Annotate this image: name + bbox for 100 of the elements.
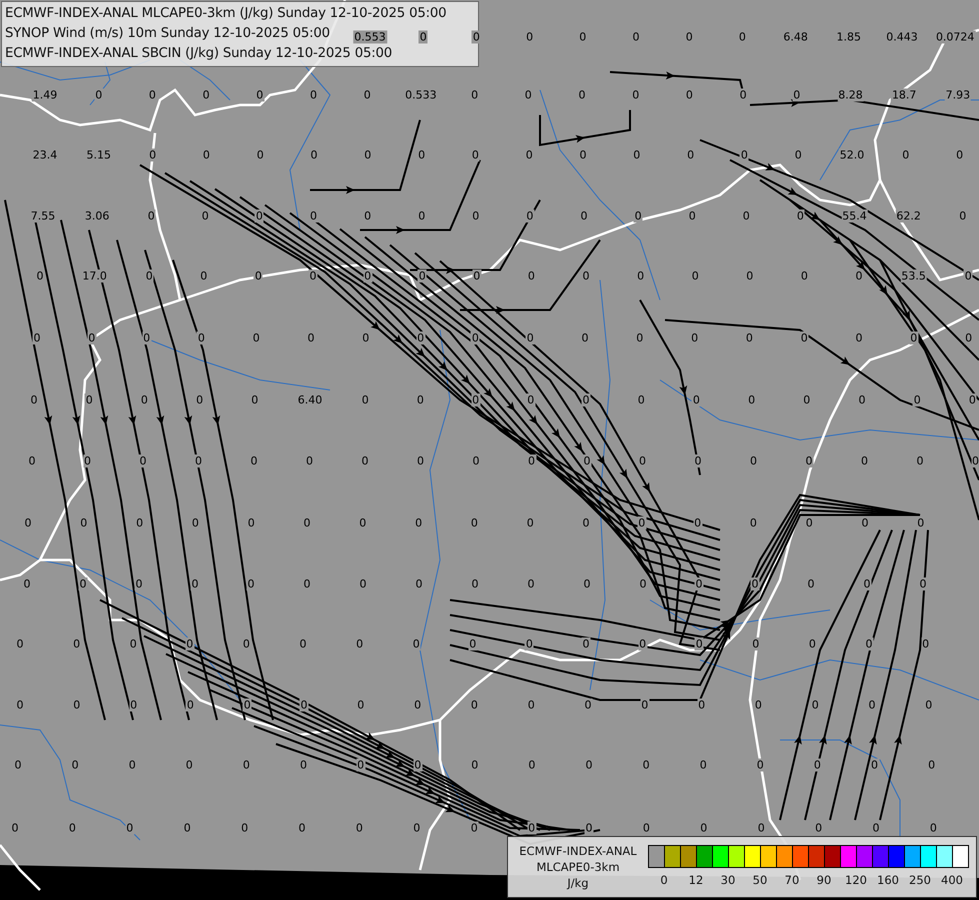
cape-value: 0: [928, 822, 938, 834]
cape-value: 0: [416, 332, 426, 344]
cape-value: 0: [964, 332, 974, 344]
cape-value: 0: [854, 332, 864, 344]
cape-value: 0: [84, 394, 94, 406]
cape-value: 0: [195, 394, 204, 406]
cape-value: 0: [524, 88, 533, 102]
cape-value: 0: [796, 210, 805, 222]
cape-value: 0: [363, 148, 372, 162]
legend-title: J/kg: [567, 875, 589, 891]
scale-label: 250: [909, 873, 931, 887]
cape-value: 0: [527, 758, 536, 772]
title-line: ECMWF-INDEX-ANAL SBCIN (J/kg) Sunday 12-10-2025 05:00: [5, 45, 392, 63]
cape-value: 0: [10, 822, 20, 834]
scale-label: 30: [720, 873, 736, 887]
cape-value: 0: [417, 210, 426, 222]
cape-value: 0: [416, 454, 425, 468]
cape-value: 0: [744, 332, 754, 344]
cape-value: 0: [580, 210, 588, 222]
cape-value: 23.4: [32, 148, 58, 162]
cape-value: 0: [355, 638, 364, 650]
cape-value: 0: [146, 210, 156, 222]
cape-value: 0: [582, 270, 590, 282]
cape-value: 0: [356, 698, 366, 712]
cape-value: 0: [185, 638, 194, 650]
cape-value: 0: [358, 578, 368, 590]
cape-value: 0: [582, 394, 590, 406]
cape-value: 0: [754, 698, 763, 712]
cape-value: 0: [901, 148, 910, 162]
cape-value: 0: [636, 394, 646, 406]
cape-value: 0: [694, 638, 704, 650]
cape-value: 0: [527, 454, 536, 468]
cape-value: 0: [83, 454, 92, 468]
cape-value: 0: [812, 758, 822, 772]
cape-value: 0: [470, 148, 480, 162]
cape-value: 0: [414, 516, 424, 530]
cape-value: 0: [472, 454, 480, 468]
cape-value: 0: [802, 394, 812, 406]
cape-value: 0: [526, 332, 535, 344]
cape-value: 0: [804, 454, 814, 468]
cape-value: 0: [582, 638, 590, 650]
cape-value: 0: [690, 270, 700, 282]
cape-value: 0: [362, 88, 372, 102]
cape-value: 0: [584, 698, 592, 712]
cape-value: 0: [750, 578, 760, 590]
cape-value: 0: [814, 822, 824, 834]
cape-value: 0: [190, 516, 200, 530]
cape-value: 0: [860, 516, 870, 530]
cape-value: 0: [924, 698, 934, 712]
cape-value: 0: [418, 30, 428, 44]
cape-value: 0: [524, 148, 534, 162]
cape-value: 0: [526, 516, 535, 530]
cape-value: 0: [526, 698, 536, 712]
cape-value: 0: [300, 698, 308, 712]
cape-value: 0: [699, 822, 708, 834]
cape-value: 0: [470, 578, 480, 590]
cape-value: 0: [413, 698, 422, 712]
cape-value: 0: [200, 210, 210, 222]
cape-value: 0: [134, 578, 144, 590]
cape-value: 0: [525, 30, 534, 44]
cape-value: 0: [637, 516, 646, 530]
cape-value: 0: [414, 578, 424, 590]
cape-value: 0: [470, 516, 479, 530]
cape-value: 0: [87, 332, 96, 344]
cape-value: 0: [738, 88, 748, 102]
cape-value: 0: [635, 332, 644, 344]
cape-value: 0: [256, 148, 265, 162]
cape-value: 0: [912, 394, 922, 406]
cape-value: 0: [30, 394, 38, 406]
cape-value: 0: [255, 88, 264, 102]
cape-value: 0: [698, 758, 708, 772]
cape-value: 0: [921, 638, 930, 650]
cape-value: 0: [254, 270, 263, 282]
cape-value: 0: [638, 638, 648, 650]
cape-value: 0: [242, 758, 251, 772]
cape-value: 0: [129, 698, 138, 712]
cape-value: 8.28: [837, 88, 864, 102]
cape-value: 0: [638, 578, 648, 590]
cape-value: 0: [246, 516, 256, 530]
cape-value: 0: [868, 698, 876, 712]
cape-value: 0: [309, 88, 318, 102]
cape-value: 0: [36, 270, 44, 282]
cape-value: 0: [810, 698, 820, 712]
cape-value: 0: [306, 332, 316, 344]
cape-value: 0: [631, 88, 640, 102]
cape-value: 0: [16, 638, 24, 650]
cape-value: 0: [808, 638, 817, 650]
cape-value: 0: [182, 822, 192, 834]
cape-value: 0: [693, 516, 702, 530]
cape-value: 0: [634, 210, 643, 222]
cape-value: 0: [470, 822, 479, 834]
scale-label: 50: [752, 873, 768, 887]
cape-value: 0: [642, 758, 651, 772]
cape-value: 0: [580, 332, 590, 344]
cape-value: 0: [684, 88, 694, 102]
scale-label: 120: [845, 873, 867, 887]
cape-value: 0: [138, 454, 148, 468]
cape-value: 0: [958, 210, 968, 222]
cape-value: 7.55: [30, 210, 56, 222]
cape-value: 0: [128, 638, 138, 650]
